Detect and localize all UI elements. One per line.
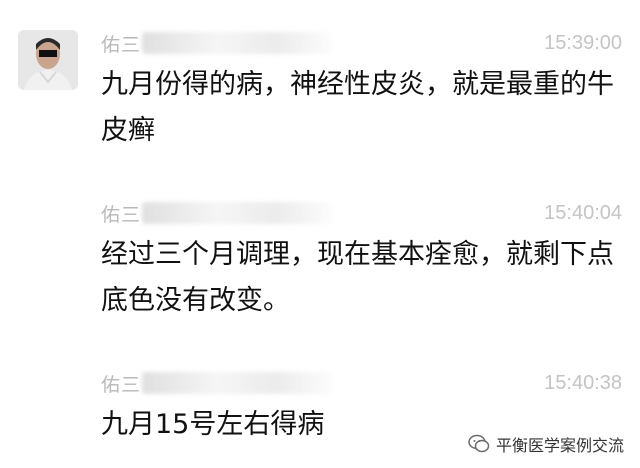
message-sender: 佑三 bbox=[101, 374, 142, 396]
watermark: 平衡医学案例交流 bbox=[468, 432, 624, 456]
avatar-photo-icon bbox=[18, 30, 78, 90]
message-timestamp: 15:40:38 bbox=[544, 372, 622, 394]
message-text[interactable]: 九月份得的病，神经性皮炎，就是最重的牛皮癣 bbox=[101, 62, 621, 154]
message-timestamp: 15:40:04 bbox=[544, 202, 622, 224]
redacted-sender-id bbox=[142, 32, 332, 54]
watermark-text: 平衡医学案例交流 bbox=[495, 436, 624, 455]
message-text[interactable]: 经过三个月调理，现在基本痊愈，就剩下点底色没有改变。 bbox=[101, 232, 621, 324]
redacted-sender-id bbox=[142, 202, 332, 224]
sender-avatar[interactable] bbox=[18, 30, 78, 90]
message-timestamp: 15:39:00 bbox=[544, 32, 622, 54]
redacted-sender-id bbox=[142, 372, 332, 394]
wechat-official-account-icon bbox=[468, 434, 490, 453]
message-sender: 佑三 bbox=[101, 34, 142, 56]
message-sender: 佑三 bbox=[101, 204, 142, 226]
